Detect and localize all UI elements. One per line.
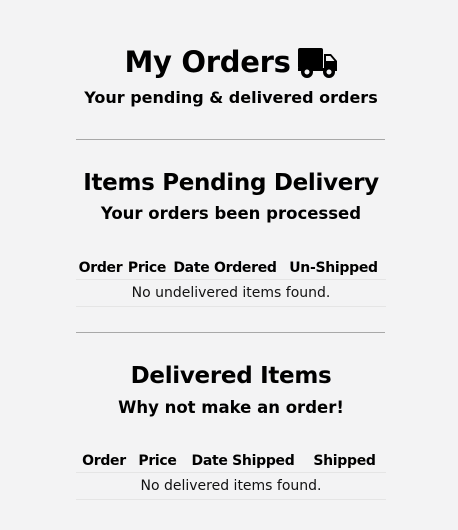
delivered-table-header-row: Order Price Date Shipped Shipped <box>76 449 386 473</box>
truck-icon <box>297 47 338 79</box>
column-header-date-shipped[interactable]: Date Shipped <box>183 449 303 473</box>
pending-empty-message: No undelivered items found. <box>76 279 386 307</box>
page-title-text: My Orders <box>124 45 291 79</box>
column-header-un-shipped[interactable]: Un-Shipped <box>281 256 386 280</box>
divider-top <box>76 139 385 140</box>
table-row: No delivered items found. <box>76 472 386 500</box>
pending-orders-table: Order Price Date Ordered Un-Shipped No u… <box>76 256 386 307</box>
column-header-price[interactable]: Price <box>125 256 169 280</box>
pending-section-title: Items Pending Delivery <box>83 170 379 196</box>
page-title: My Orders <box>76 40 386 84</box>
delivered-empty-message: No delivered items found. <box>76 472 386 500</box>
divider-middle <box>76 332 385 333</box>
page-subtitle: Your pending & delivered orders <box>84 88 378 107</box>
delivered-section-subtitle: Why not make an order! <box>118 398 344 417</box>
column-header-price[interactable]: Price <box>132 449 183 473</box>
table-row: No undelivered items found. <box>76 279 386 307</box>
delivered-section-title: Delivered Items <box>130 363 332 389</box>
column-header-order[interactable]: Order <box>76 256 125 280</box>
pending-table-header-row: Order Price Date Ordered Un-Shipped <box>76 256 386 280</box>
column-header-order[interactable]: Order <box>76 449 132 473</box>
delivered-orders-table: Order Price Date Shipped Shipped No deli… <box>76 449 386 500</box>
column-header-shipped[interactable]: Shipped <box>303 449 386 473</box>
pending-section-subtitle: Your orders been processed <box>100 204 362 223</box>
column-header-date-ordered[interactable]: Date Ordered <box>169 256 281 280</box>
